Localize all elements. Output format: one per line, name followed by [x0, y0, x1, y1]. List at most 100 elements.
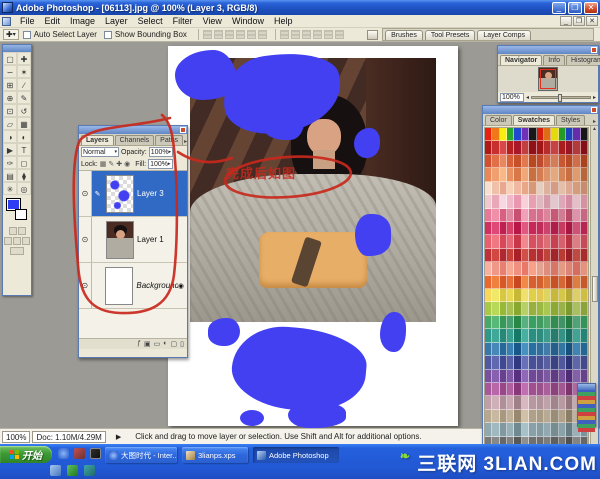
- taskbar-button-2[interactable]: 3lianps.xps: [182, 447, 248, 463]
- color-swatch[interactable]: [507, 195, 514, 208]
- color-swatch[interactable]: [492, 329, 499, 342]
- menu-view[interactable]: View: [198, 15, 227, 27]
- color-swatch[interactable]: [537, 141, 544, 154]
- color-swatch[interactable]: [573, 209, 580, 222]
- color-swatch[interactable]: [581, 141, 588, 154]
- color-swatch[interactable]: [522, 222, 529, 235]
- color-swatch[interactable]: [559, 316, 566, 329]
- color-swatch[interactable]: [537, 235, 544, 248]
- color-swatch[interactable]: [544, 128, 551, 141]
- healing-brush-tool[interactable]: ⊕: [3, 91, 17, 104]
- color-swatch[interactable]: [559, 195, 566, 208]
- color-swatch[interactable]: [566, 195, 573, 208]
- adjustment-layer-icon[interactable]: ◐: [163, 340, 167, 348]
- opacity-field[interactable]: 100%▸: [149, 147, 173, 157]
- color-swatch[interactable]: [529, 423, 536, 436]
- color-swatch[interactable]: [581, 222, 588, 235]
- color-swatch[interactable]: [514, 182, 521, 195]
- color-swatch[interactable]: [544, 249, 551, 262]
- color-swatch[interactable]: [551, 302, 558, 315]
- color-swatch[interactable]: [537, 195, 544, 208]
- color-swatch[interactable]: [529, 209, 536, 222]
- new-layer-icon[interactable]: ▢: [171, 340, 178, 348]
- color-swatch[interactable]: [581, 276, 588, 289]
- color-swatch[interactable]: [514, 289, 521, 302]
- zoom-percent-field[interactable]: 100%: [2, 431, 30, 443]
- path-selection-tool[interactable]: ▶: [3, 143, 17, 156]
- color-swatch[interactable]: [566, 168, 573, 181]
- color-swatch[interactable]: [537, 168, 544, 181]
- color-swatch[interactable]: [566, 302, 573, 315]
- menu-help[interactable]: Help: [269, 15, 298, 27]
- color-swatch[interactable]: [492, 370, 499, 383]
- color-swatch[interactable]: [544, 423, 551, 436]
- color-swatch[interactable]: [522, 289, 529, 302]
- color-swatch[interactable]: [514, 370, 521, 383]
- align-icon[interactable]: [214, 30, 223, 39]
- color-swatch[interactable]: [559, 423, 566, 436]
- color-swatch[interactable]: [485, 155, 492, 168]
- show-bounding-box-checkbox[interactable]: Show Bounding Box: [104, 30, 187, 39]
- zoom-out-icon[interactable]: ◂: [526, 94, 529, 101]
- zoom-in-icon[interactable]: ▸: [593, 94, 596, 101]
- swatches-tab-color[interactable]: Color: [485, 115, 512, 125]
- color-swatch[interactable]: [522, 396, 529, 409]
- color-swatch[interactable]: [507, 182, 514, 195]
- color-swatch[interactable]: [581, 209, 588, 222]
- color-swatch[interactable]: [551, 276, 558, 289]
- layers-tab-paths[interactable]: Paths: [155, 135, 183, 145]
- color-swatch[interactable]: [500, 423, 507, 436]
- color-swatch[interactable]: [522, 370, 529, 383]
- well-tab-layer-comps[interactable]: Layer Comps: [477, 30, 531, 40]
- palette-menu-icon[interactable]: ▸: [184, 138, 187, 145]
- color-swatch[interactable]: [492, 396, 499, 409]
- menu-image[interactable]: Image: [65, 15, 100, 27]
- color-swatch[interactable]: [529, 249, 536, 262]
- color-swatch[interactable]: [529, 370, 536, 383]
- navigator-tab-navigator[interactable]: Navigator: [500, 55, 542, 65]
- color-swatch[interactable]: [529, 155, 536, 168]
- color-swatch[interactable]: [537, 396, 544, 409]
- palette-title-bar[interactable]: [79, 126, 187, 134]
- color-swatch[interactable]: [500, 356, 507, 369]
- close-button[interactable]: ✕: [584, 2, 598, 14]
- color-swatch[interactable]: [551, 343, 558, 356]
- color-swatch[interactable]: [544, 276, 551, 289]
- quick-mask-mode-button[interactable]: [18, 227, 26, 235]
- color-swatch[interactable]: [529, 289, 536, 302]
- color-swatch[interactable]: [537, 222, 544, 235]
- color-swatch[interactable]: [485, 182, 492, 195]
- color-swatch[interactable]: [544, 383, 551, 396]
- color-swatch[interactable]: [522, 168, 529, 181]
- color-swatch[interactable]: [559, 343, 566, 356]
- shape-tool[interactable]: ◻: [17, 156, 31, 169]
- color-swatch[interactable]: [544, 182, 551, 195]
- color-swatch[interactable]: [537, 262, 544, 275]
- layer-row-layer-3[interactable]: ⊙✎Layer 3: [79, 171, 187, 217]
- align-icon[interactable]: [203, 30, 212, 39]
- color-swatch[interactable]: [522, 316, 529, 329]
- navigator-zoom-field[interactable]: 100%: [500, 93, 524, 102]
- color-swatch[interactable]: [537, 209, 544, 222]
- color-swatch[interactable]: [522, 209, 529, 222]
- align-icon[interactable]: [225, 30, 234, 39]
- color-swatch[interactable]: [492, 141, 499, 154]
- color-swatch[interactable]: [514, 168, 521, 181]
- navigator-tab-info[interactable]: Info: [543, 55, 565, 65]
- color-swatch[interactable]: [492, 235, 499, 248]
- color-swatch[interactable]: [581, 343, 588, 356]
- color-swatch[interactable]: [514, 128, 521, 141]
- color-swatch[interactable]: [522, 423, 529, 436]
- color-swatch[interactable]: [537, 182, 544, 195]
- color-swatch[interactable]: [544, 262, 551, 275]
- color-swatch[interactable]: [514, 343, 521, 356]
- color-swatch[interactable]: [566, 155, 573, 168]
- fill-field[interactable]: 100%▸: [148, 159, 172, 169]
- color-swatch[interactable]: [514, 410, 521, 423]
- color-swatch[interactable]: [492, 195, 499, 208]
- history-brush-tool[interactable]: ↺: [17, 104, 31, 117]
- color-swatch[interactable]: [529, 316, 536, 329]
- color-swatch[interactable]: [559, 329, 566, 342]
- color-swatch[interactable]: [573, 356, 580, 369]
- color-swatch[interactable]: [544, 410, 551, 423]
